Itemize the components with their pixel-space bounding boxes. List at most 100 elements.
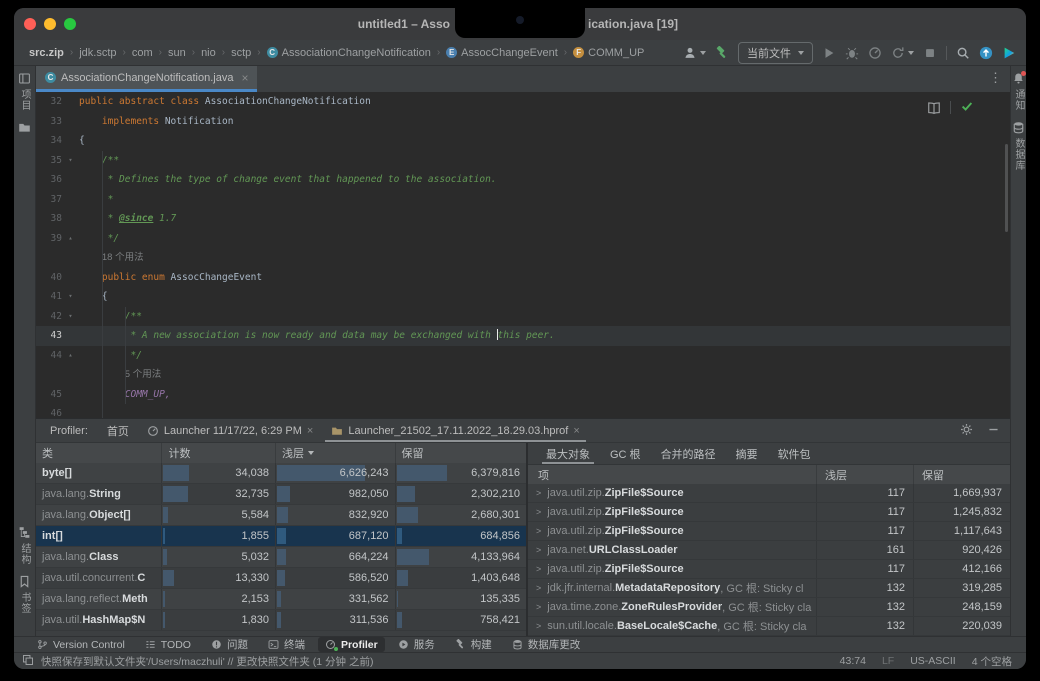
biggest-tab[interactable]: 最大对象: [536, 443, 600, 464]
breadcrumb-item[interactable]: sctp: [230, 47, 252, 59]
line-separator[interactable]: LF: [882, 655, 894, 667]
code-editor[interactable]: 32public abstract class AssociationChang…: [36, 92, 1010, 418]
file-encoding[interactable]: US-ASCII: [910, 655, 956, 667]
run-button[interactable]: [822, 46, 836, 60]
tool-window-button-问题[interactable]: 问题: [204, 637, 255, 652]
biggest-tab[interactable]: 摘要: [726, 443, 768, 464]
fold-marker-icon[interactable]: ▾: [62, 287, 79, 307]
tool-window-button-todo[interactable]: TODO: [138, 637, 198, 652]
column-header[interactable]: 保留: [396, 443, 526, 463]
fold-marker-icon[interactable]: ▾: [62, 307, 79, 327]
expand-chevron-icon[interactable]: >: [536, 564, 541, 574]
tool-window-button-数据库更改[interactable]: 数据库更改: [505, 637, 588, 652]
tool-stripe-folder[interactable]: [18, 121, 31, 134]
expand-chevron-icon[interactable]: >: [536, 583, 541, 593]
run-config-select[interactable]: 当前文件: [738, 42, 813, 64]
table-row[interactable]: java.util.concurrent.C13,330586,5201,403…: [36, 568, 526, 589]
table-row[interactable]: >java.util.zip.ZipFile$Source1171,669,93…: [528, 484, 1010, 503]
breadcrumb-item[interactable]: jdk.sctp: [78, 47, 117, 59]
settings-gear-button[interactable]: [960, 423, 973, 439]
biggest-tab[interactable]: 软件包: [768, 443, 821, 464]
minimize-window-button[interactable]: [44, 18, 56, 30]
indent-style[interactable]: 4 个空格: [972, 654, 1012, 669]
close-tab-icon[interactable]: ×: [307, 425, 313, 437]
profiler-tab[interactable]: 首页: [98, 419, 138, 442]
table-row[interactable]: java.lang.Class5,032664,2244,133,964: [36, 547, 526, 568]
build-project-button[interactable]: [715, 46, 729, 60]
fold-marker-icon[interactable]: ▴: [62, 346, 79, 366]
column-header[interactable]: 保留: [914, 465, 1010, 484]
expand-chevron-icon[interactable]: >: [536, 488, 541, 498]
profile-button[interactable]: [868, 46, 882, 60]
more-options-icon[interactable]: ⋮: [989, 70, 1002, 86]
expand-chevron-icon[interactable]: >: [536, 621, 541, 631]
expand-chevron-icon[interactable]: >: [536, 507, 541, 517]
column-header[interactable]: 浅层: [817, 465, 914, 484]
zoom-window-button[interactable]: [64, 18, 76, 30]
caret-position[interactable]: 43:74: [840, 655, 866, 667]
table-row[interactable]: java.util.HashMap$N1,830311,536758,421: [36, 610, 526, 631]
breadcrumb-item[interactable]: FCOMM_UP: [572, 47, 645, 59]
table-row[interactable]: >jdk.jfr.internal.MetadataRepository, GC…: [528, 579, 1010, 598]
expand-chevron-icon[interactable]: >: [536, 545, 541, 555]
rerun-button[interactable]: [891, 46, 914, 60]
fold-marker-icon[interactable]: ▾: [62, 151, 79, 171]
hide-panel-button[interactable]: [987, 423, 1000, 439]
usages-inlay-label[interactable]: 18 个用法: [102, 252, 144, 263]
breadcrumb-item[interactable]: com: [131, 47, 154, 59]
window-switcher-icon[interactable]: [22, 654, 34, 669]
tool-stripe-database[interactable]: 数据库: [1011, 121, 1026, 171]
biggest-tab[interactable]: 合并的路径: [651, 443, 726, 464]
table-row[interactable]: >sun.util.locale.BaseLocale$Cache, GC 根:…: [528, 617, 1010, 636]
table-row[interactable]: >java.time.zone.ZoneRulesProvider, GC 根:…: [528, 598, 1010, 617]
tool-stripe-bookmarks[interactable]: 书签: [17, 575, 32, 614]
breadcrumb-item[interactable]: sun: [167, 47, 187, 59]
editor-scrollbar[interactable]: [1005, 144, 1008, 232]
table-row[interactable]: >java.util.zip.ZipFile$Source1171,117,64…: [528, 522, 1010, 541]
breadcrumb-item[interactable]: EAssocChangeEvent: [445, 47, 559, 59]
tool-window-button-终端[interactable]: 终端: [261, 637, 312, 652]
close-tab-icon[interactable]: ×: [573, 425, 579, 437]
column-header[interactable]: 项: [528, 465, 817, 484]
column-header[interactable]: 计数: [162, 443, 276, 463]
search-everywhere-button[interactable]: [956, 46, 970, 60]
fold-marker-icon[interactable]: ▴: [62, 229, 79, 249]
update-icon: [979, 46, 993, 60]
tool-window-button-服务[interactable]: 服务: [391, 637, 442, 652]
profiler-tab[interactable]: Launcher 11/17/22, 6:29 PM×: [138, 419, 322, 442]
tool-window-button-构建[interactable]: 构建: [448, 637, 499, 652]
expand-chevron-icon[interactable]: >: [536, 602, 541, 612]
close-tab-icon[interactable]: ×: [241, 71, 248, 85]
table-row[interactable]: >java.util.zip.ZipFile$Source1171,245,83…: [528, 503, 1010, 522]
tool-window-button-version-control[interactable]: Version Control: [30, 637, 132, 652]
table-row[interactable]: java.lang.String32,735982,0502,302,210: [36, 484, 526, 505]
column-header[interactable]: 浅层: [276, 443, 396, 463]
expand-chevron-icon[interactable]: >: [536, 526, 541, 536]
table-row[interactable]: java.lang.reflect.Meth2,153331,562135,33…: [36, 589, 526, 610]
tool-stripe-notifications[interactable]: 通知: [1011, 72, 1026, 111]
breadcrumb-item[interactable]: nio: [200, 47, 217, 59]
code-with-me-button[interactable]: [1002, 46, 1016, 60]
tool-stripe-project[interactable]: 项目: [17, 72, 32, 111]
inspections-widget[interactable]: [923, 97, 978, 118]
table-row[interactable]: >java.net.URLClassLoader161920,426: [528, 541, 1010, 560]
table-row[interactable]: >java.util.zip.ZipFile$Source117412,166: [528, 560, 1010, 579]
status-message[interactable]: 快照保存到默认文件夹'/Users/maczhuli' // 更改快照文件夹 (…: [41, 654, 373, 669]
table-row[interactable]: int[]1,855687,120684,856: [36, 526, 526, 547]
stop-button[interactable]: [923, 46, 937, 60]
close-window-button[interactable]: [24, 18, 36, 30]
editor-tab[interactable]: C AssociationChangeNotification.java ×: [36, 66, 257, 92]
table-row[interactable]: byte[]34,0386,626,2436,379,816: [36, 463, 526, 484]
biggest-tab[interactable]: GC 根: [600, 443, 651, 464]
column-header[interactable]: 类: [36, 443, 162, 463]
tool-window-button-profiler[interactable]: Profiler: [318, 637, 385, 652]
table-row[interactable]: java.lang.Object[]5,584832,9202,680,301: [36, 505, 526, 526]
breadcrumb-item[interactable]: src.zip: [28, 47, 65, 59]
tool-stripe-structure[interactable]: 结构: [17, 526, 32, 565]
debug-button[interactable]: [845, 46, 859, 60]
update-available-button[interactable]: [979, 46, 993, 60]
profiler-tab[interactable]: Launcher_21502_17.11.2022_18.29.03.hprof…: [322, 419, 588, 442]
breadcrumb-item[interactable]: CAssociationChangeNotification: [266, 47, 432, 59]
user-menu-button[interactable]: [683, 46, 706, 60]
usages-inlay-label[interactable]: 5 个用法: [125, 369, 161, 380]
